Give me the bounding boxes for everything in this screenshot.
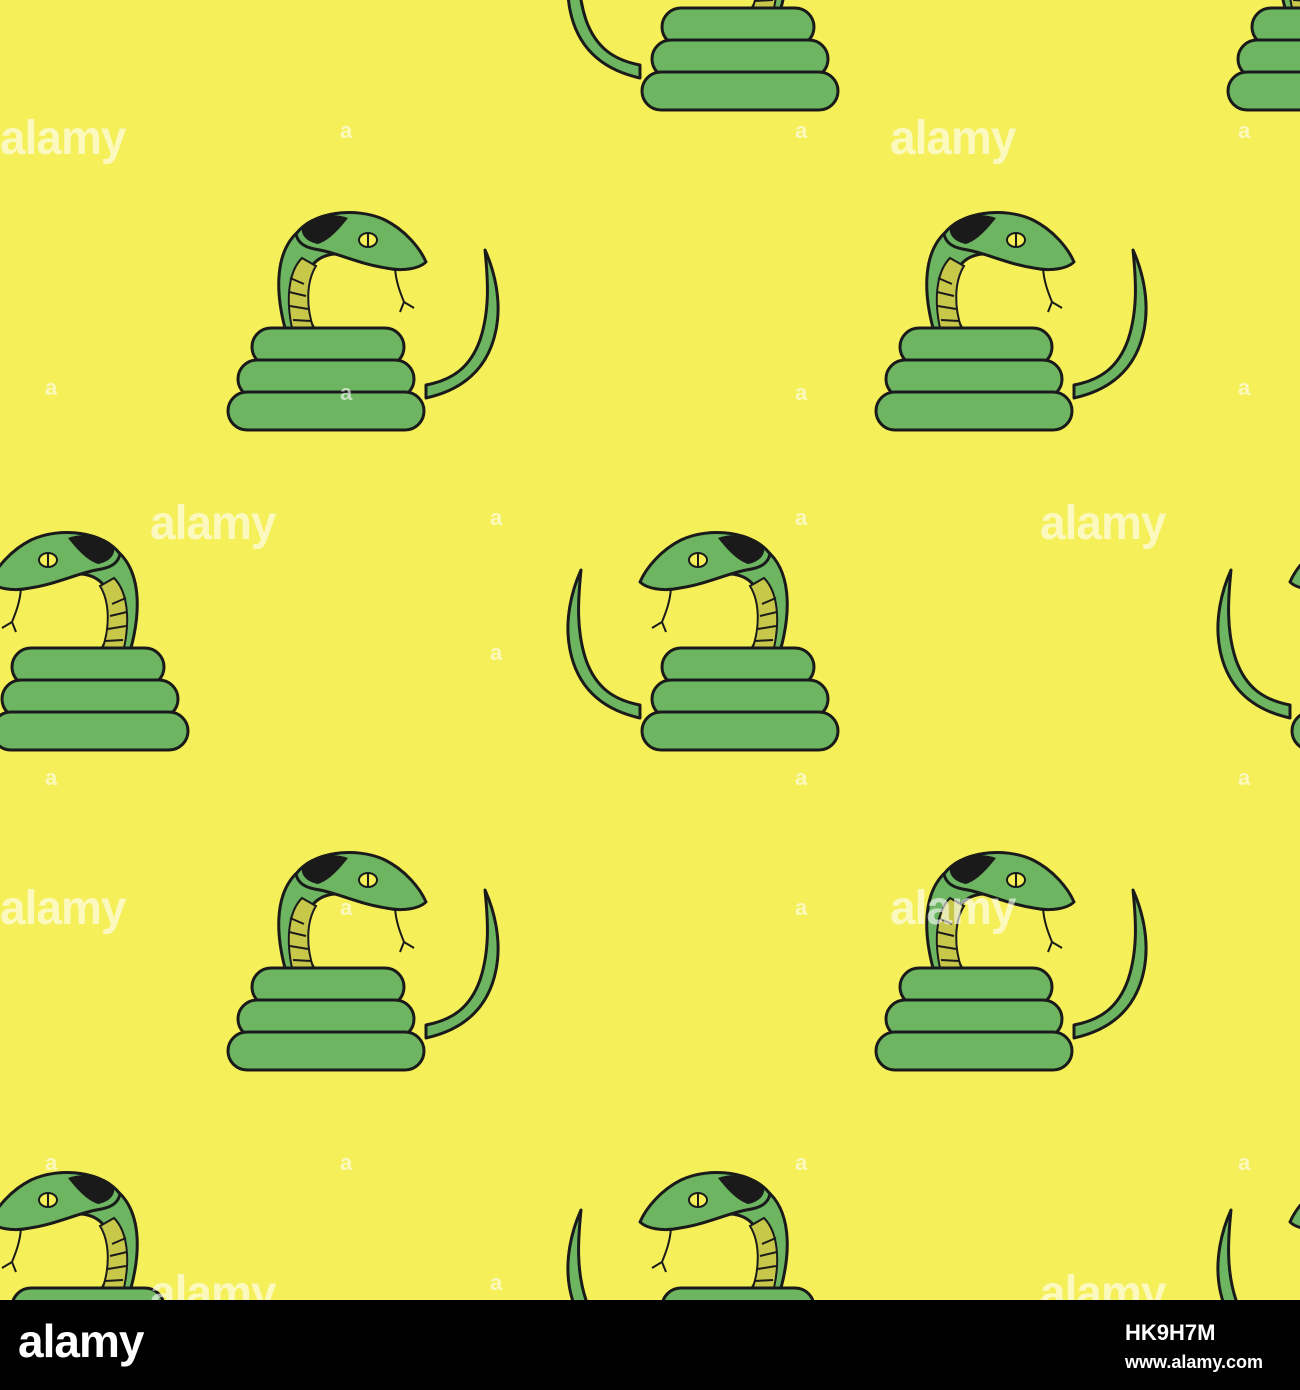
alamy-watermark-small: a — [340, 895, 353, 920]
snake-illustration — [874, 210, 1148, 432]
alamy-watermark: alamy — [0, 879, 126, 935]
alamy-watermark-small: a — [795, 505, 808, 530]
snake-illustration — [1216, 530, 1300, 752]
alamy-watermark: alamy — [890, 879, 1016, 935]
alamy-watermark: alamy — [150, 494, 276, 550]
alamy-watermark-small: a — [340, 1150, 353, 1175]
alamy-logo[interactable]: alamy — [18, 1314, 144, 1368]
alamy-watermark-small: a — [1238, 375, 1251, 400]
website-url[interactable]: www.alamy.com — [1125, 1352, 1263, 1373]
alamy-watermark-small: a — [490, 640, 503, 665]
alamy-watermark-small: a — [795, 118, 808, 143]
alamy-watermark-small: a — [1238, 1150, 1251, 1175]
alamy-watermark: alamy — [1040, 494, 1166, 550]
alamy-watermark-small: a — [1238, 118, 1251, 143]
alamy-watermark-small: a — [340, 118, 353, 143]
alamy-watermark-small: a — [45, 765, 58, 790]
snake-pattern-graphic — [0, 0, 1300, 1300]
alamy-watermark: alamy — [890, 109, 1016, 165]
alamy-watermark: alamy — [150, 1264, 276, 1300]
alamy-watermark-small: a — [795, 1150, 808, 1175]
alamy-watermark-small: a — [490, 1270, 503, 1295]
snake-illustration — [1216, 1170, 1300, 1300]
snake-illustration — [566, 1170, 840, 1300]
alamy-watermark-small: a — [795, 765, 808, 790]
snake-illustration — [226, 850, 500, 1072]
snake-illustration — [566, 0, 840, 112]
snake-illustration — [566, 530, 840, 752]
alamy-watermark-small: a — [1238, 765, 1251, 790]
snake-illustration — [226, 210, 500, 432]
alamy-watermark-small: a — [795, 895, 808, 920]
alamy-watermark-small: a — [45, 375, 58, 400]
pattern-canvas: alamy alamy alamy alamy alamy alamy alamy alamy… — [0, 0, 1300, 1300]
alamy-watermark: alamy — [0, 109, 126, 165]
alamy-watermark-small: a — [490, 505, 503, 530]
snake-illustration — [0, 530, 190, 752]
snake-illustration — [1226, 0, 1300, 112]
alamy-watermark-small: a — [340, 380, 353, 405]
alamy-watermark: alamy — [1040, 1264, 1166, 1300]
alamy-watermark-small: a — [795, 380, 808, 405]
stock-footer-bar: alamy HK9H7M www.alamy.com — [0, 1300, 1300, 1390]
alamy-watermark-small: a — [45, 1150, 58, 1175]
image-id-label: HK9H7M — [1125, 1320, 1216, 1345]
